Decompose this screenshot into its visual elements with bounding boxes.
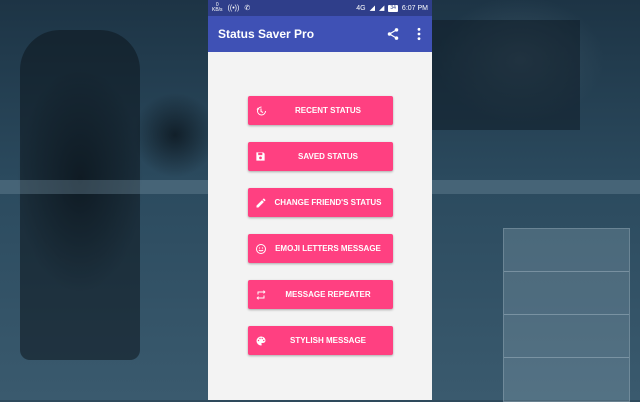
repeat-icon [254, 288, 267, 301]
phone-screen: 0 KB/s ((•)) ✆ 4G ◢ ◢ 34 6:07 PM Status … [208, 0, 432, 400]
emoji-letters-message-button[interactable]: EMOJI LETTERS MESSAGE [248, 234, 393, 263]
menu-content: RECENT STATUS SAVED STATUS CHANGE FRIEND… [208, 52, 432, 400]
message-repeater-label: MESSAGE REPEATER [285, 290, 371, 299]
saved-status-label: SAVED STATUS [297, 152, 358, 161]
signal-icon-2: ◢ [378, 5, 385, 12]
background-monitor [430, 20, 580, 130]
emoji-icon [254, 242, 267, 255]
app-title: Status Saver Pro [218, 27, 315, 41]
palette-icon [254, 334, 267, 347]
app-bar: Status Saver Pro [208, 16, 432, 52]
stylish-message-button[interactable]: STYLISH MESSAGE [248, 326, 393, 355]
network-type: 4G [356, 4, 366, 12]
stylish-message-label: STYLISH MESSAGE [289, 336, 366, 345]
clock: 6:07 PM [401, 4, 428, 12]
hotspot-icon: ((•)) [227, 4, 240, 12]
message-repeater-button[interactable]: MESSAGE REPEATER [248, 280, 393, 309]
change-friends-status-label: CHANGE FRIEND'S STATUS [274, 198, 382, 207]
status-bar: 0 KB/s ((•)) ✆ 4G ◢ ◢ 34 6:07 PM [208, 0, 432, 16]
battery-icon: 34 [388, 4, 398, 12]
share-icon[interactable] [380, 16, 406, 52]
background-drawers [503, 228, 630, 402]
recent-status-label: RECENT STATUS [295, 106, 361, 115]
background-chair [20, 30, 140, 360]
edit-icon [254, 196, 267, 209]
signal-icon: ◢ [369, 5, 375, 12]
network-speed: 0 KB/s [212, 3, 223, 13]
save-icon [254, 150, 267, 163]
history-icon [254, 104, 267, 117]
emoji-letters-message-label: EMOJI LETTERS MESSAGE [275, 244, 381, 253]
speed-unit: KB/s [212, 7, 223, 13]
more-vert-icon[interactable] [406, 16, 432, 52]
saved-status-button[interactable]: SAVED STATUS [248, 142, 393, 171]
call-icon: ✆ [244, 5, 251, 12]
change-friends-status-button[interactable]: CHANGE FRIEND'S STATUS [248, 188, 393, 217]
recent-status-button[interactable]: RECENT STATUS [248, 96, 393, 125]
